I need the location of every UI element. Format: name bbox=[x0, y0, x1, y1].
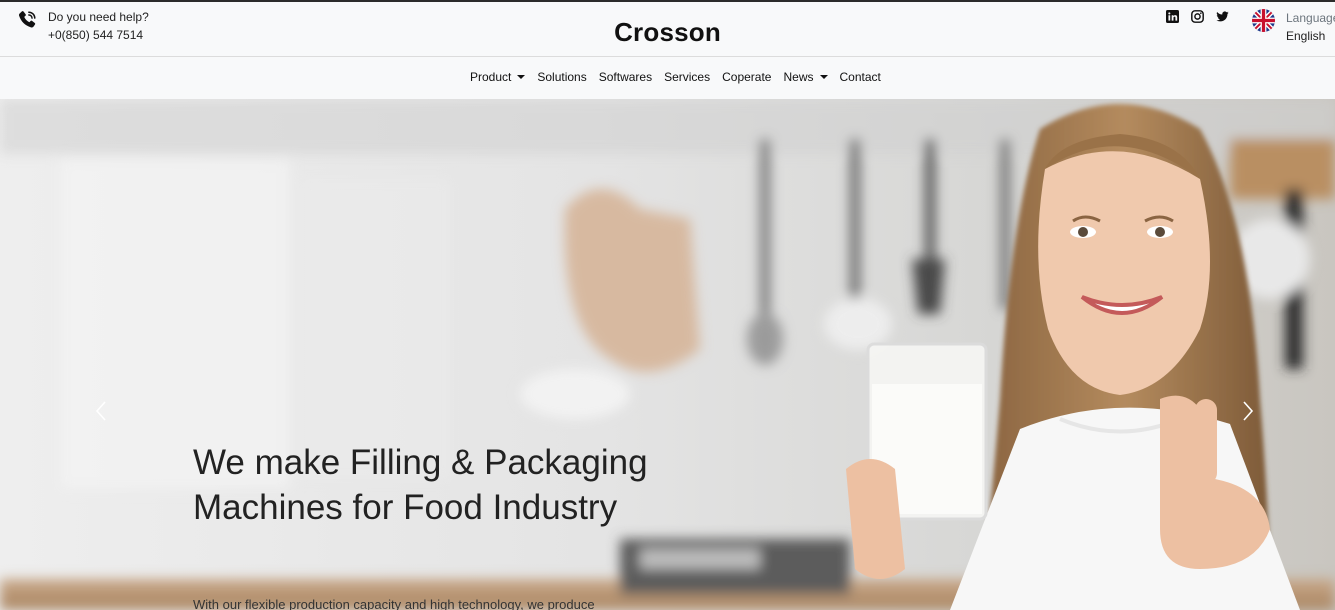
language-label: Language bbox=[1286, 11, 1335, 25]
caret-down-icon bbox=[819, 75, 828, 79]
nav-item-contact[interactable]: Contact bbox=[840, 70, 881, 84]
hero-headline: We make Filling & Packaging Machines for… bbox=[193, 443, 648, 527]
nav-item-softwares[interactable]: Softwares bbox=[599, 70, 652, 84]
nav-item-coperate[interactable]: Coperate bbox=[722, 70, 771, 84]
nav-item-label: News bbox=[783, 70, 814, 84]
linkedin-icon[interactable] bbox=[1166, 10, 1179, 23]
twitter-icon[interactable] bbox=[1216, 10, 1229, 23]
hero-lead-text: With our flexible production capacity an… bbox=[193, 597, 595, 610]
carousel-prev-chevron-icon[interactable] bbox=[94, 399, 108, 423]
hero-carousel: We make Filling & Packaging Machines for… bbox=[0, 99, 1335, 610]
nav-item-label: Solutions bbox=[537, 70, 587, 84]
nav-item-label: Contact bbox=[839, 70, 881, 84]
nav-item-label: Services bbox=[664, 70, 711, 84]
hero-image bbox=[0, 99, 1335, 610]
language-selector[interactable]: Language English bbox=[1252, 9, 1335, 45]
top-bar: Do you need help? +0(850) 544 7514 Cross… bbox=[0, 2, 1335, 57]
instagram-icon[interactable] bbox=[1191, 10, 1204, 23]
nav-menu: Product Solutions Softwares Services Cop… bbox=[470, 70, 881, 84]
nav-item-services[interactable]: Services bbox=[664, 70, 710, 84]
brand-logo[interactable]: Crosson bbox=[614, 17, 721, 47]
nav-item-label: Softwares bbox=[598, 70, 653, 84]
nav-item-label: Coperate bbox=[722, 70, 772, 84]
nav-item-solutions[interactable]: Solutions bbox=[537, 70, 586, 84]
carousel-next-chevron-icon[interactable] bbox=[1241, 399, 1255, 423]
language-value: English bbox=[1286, 29, 1326, 43]
nav-item-news[interactable]: News bbox=[783, 70, 828, 84]
social-links bbox=[1166, 10, 1229, 23]
main-navbar: Product Solutions Softwares Services Cop… bbox=[0, 57, 1335, 99]
nav-item-product[interactable]: Product bbox=[470, 70, 526, 84]
brand-logo-wrap: Crosson bbox=[0, 17, 1335, 48]
nav-item-label: Product bbox=[470, 70, 512, 84]
uk-flag-icon bbox=[1252, 9, 1275, 32]
caret-down-icon bbox=[517, 75, 526, 79]
